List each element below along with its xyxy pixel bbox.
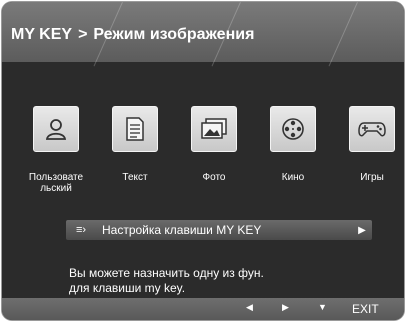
arrow-left-button[interactable]: ◀ bbox=[246, 302, 253, 313]
my-key-setting-row[interactable]: ≡› Настройка клавиши MY KEY ▶ bbox=[66, 220, 372, 240]
chevron-right-icon[interactable]: ▶ bbox=[352, 225, 372, 236]
mode-user[interactable]: Пользовате льский bbox=[16, 106, 96, 194]
title-text: Режим изображения bbox=[93, 26, 255, 43]
document-icon bbox=[126, 117, 144, 141]
picture-mode-list: Пользовате льский Текст Фото Кино Игры bbox=[2, 106, 404, 206]
osd-menu: MY KEY > Режим изображения Пользовате льск… bbox=[2, 2, 404, 320]
mode-text[interactable]: Текст bbox=[95, 106, 175, 183]
description-text: Вы можете назначить одну из фун. для кла… bbox=[69, 266, 264, 296]
mode-cinema[interactable]: Кино bbox=[253, 106, 333, 183]
mode-games-tile[interactable] bbox=[349, 106, 395, 152]
photo-icon bbox=[201, 118, 227, 139]
exit-button[interactable]: EXIT bbox=[352, 302, 379, 316]
film-reel-icon bbox=[282, 118, 304, 140]
mode-user-label: Пользовате льский bbox=[28, 172, 84, 194]
footer-nav: ◀ ▶ ▼ EXIT bbox=[2, 298, 404, 320]
mode-text-tile[interactable] bbox=[112, 106, 158, 152]
mode-user-tile[interactable] bbox=[33, 106, 79, 152]
mode-games-label: Игры bbox=[360, 172, 384, 183]
mode-text-label: Текст bbox=[122, 172, 148, 183]
breadcrumb-separator: > bbox=[78, 26, 88, 43]
gamepad-icon bbox=[358, 122, 386, 137]
description-line-2: для клавиши my key. bbox=[69, 281, 186, 295]
my-key-setting-label: Настройка клавиши MY KEY bbox=[102, 223, 262, 237]
page-title: MY KEY > Режим изображения bbox=[11, 26, 254, 44]
mode-photo-label: Фото bbox=[202, 172, 226, 183]
person-icon bbox=[45, 119, 67, 140]
header-bar: MY KEY > Режим изображения bbox=[2, 2, 404, 67]
arrow-down-button[interactable]: ▼ bbox=[318, 302, 327, 312]
arrow-right-button[interactable]: ▶ bbox=[282, 302, 289, 313]
breadcrumb-parent[interactable]: MY KEY bbox=[11, 26, 72, 43]
setting-sliders-icon: ≡› bbox=[75, 224, 87, 236]
mode-photo[interactable]: Фото bbox=[174, 106, 254, 183]
mode-photo-tile[interactable] bbox=[191, 106, 237, 152]
mode-cinema-label: Кино bbox=[281, 172, 305, 183]
description-line-1: Вы можете назначить одну из фун. bbox=[69, 266, 264, 280]
mode-games[interactable]: Игры bbox=[332, 106, 404, 183]
mode-cinema-tile[interactable] bbox=[270, 106, 316, 152]
